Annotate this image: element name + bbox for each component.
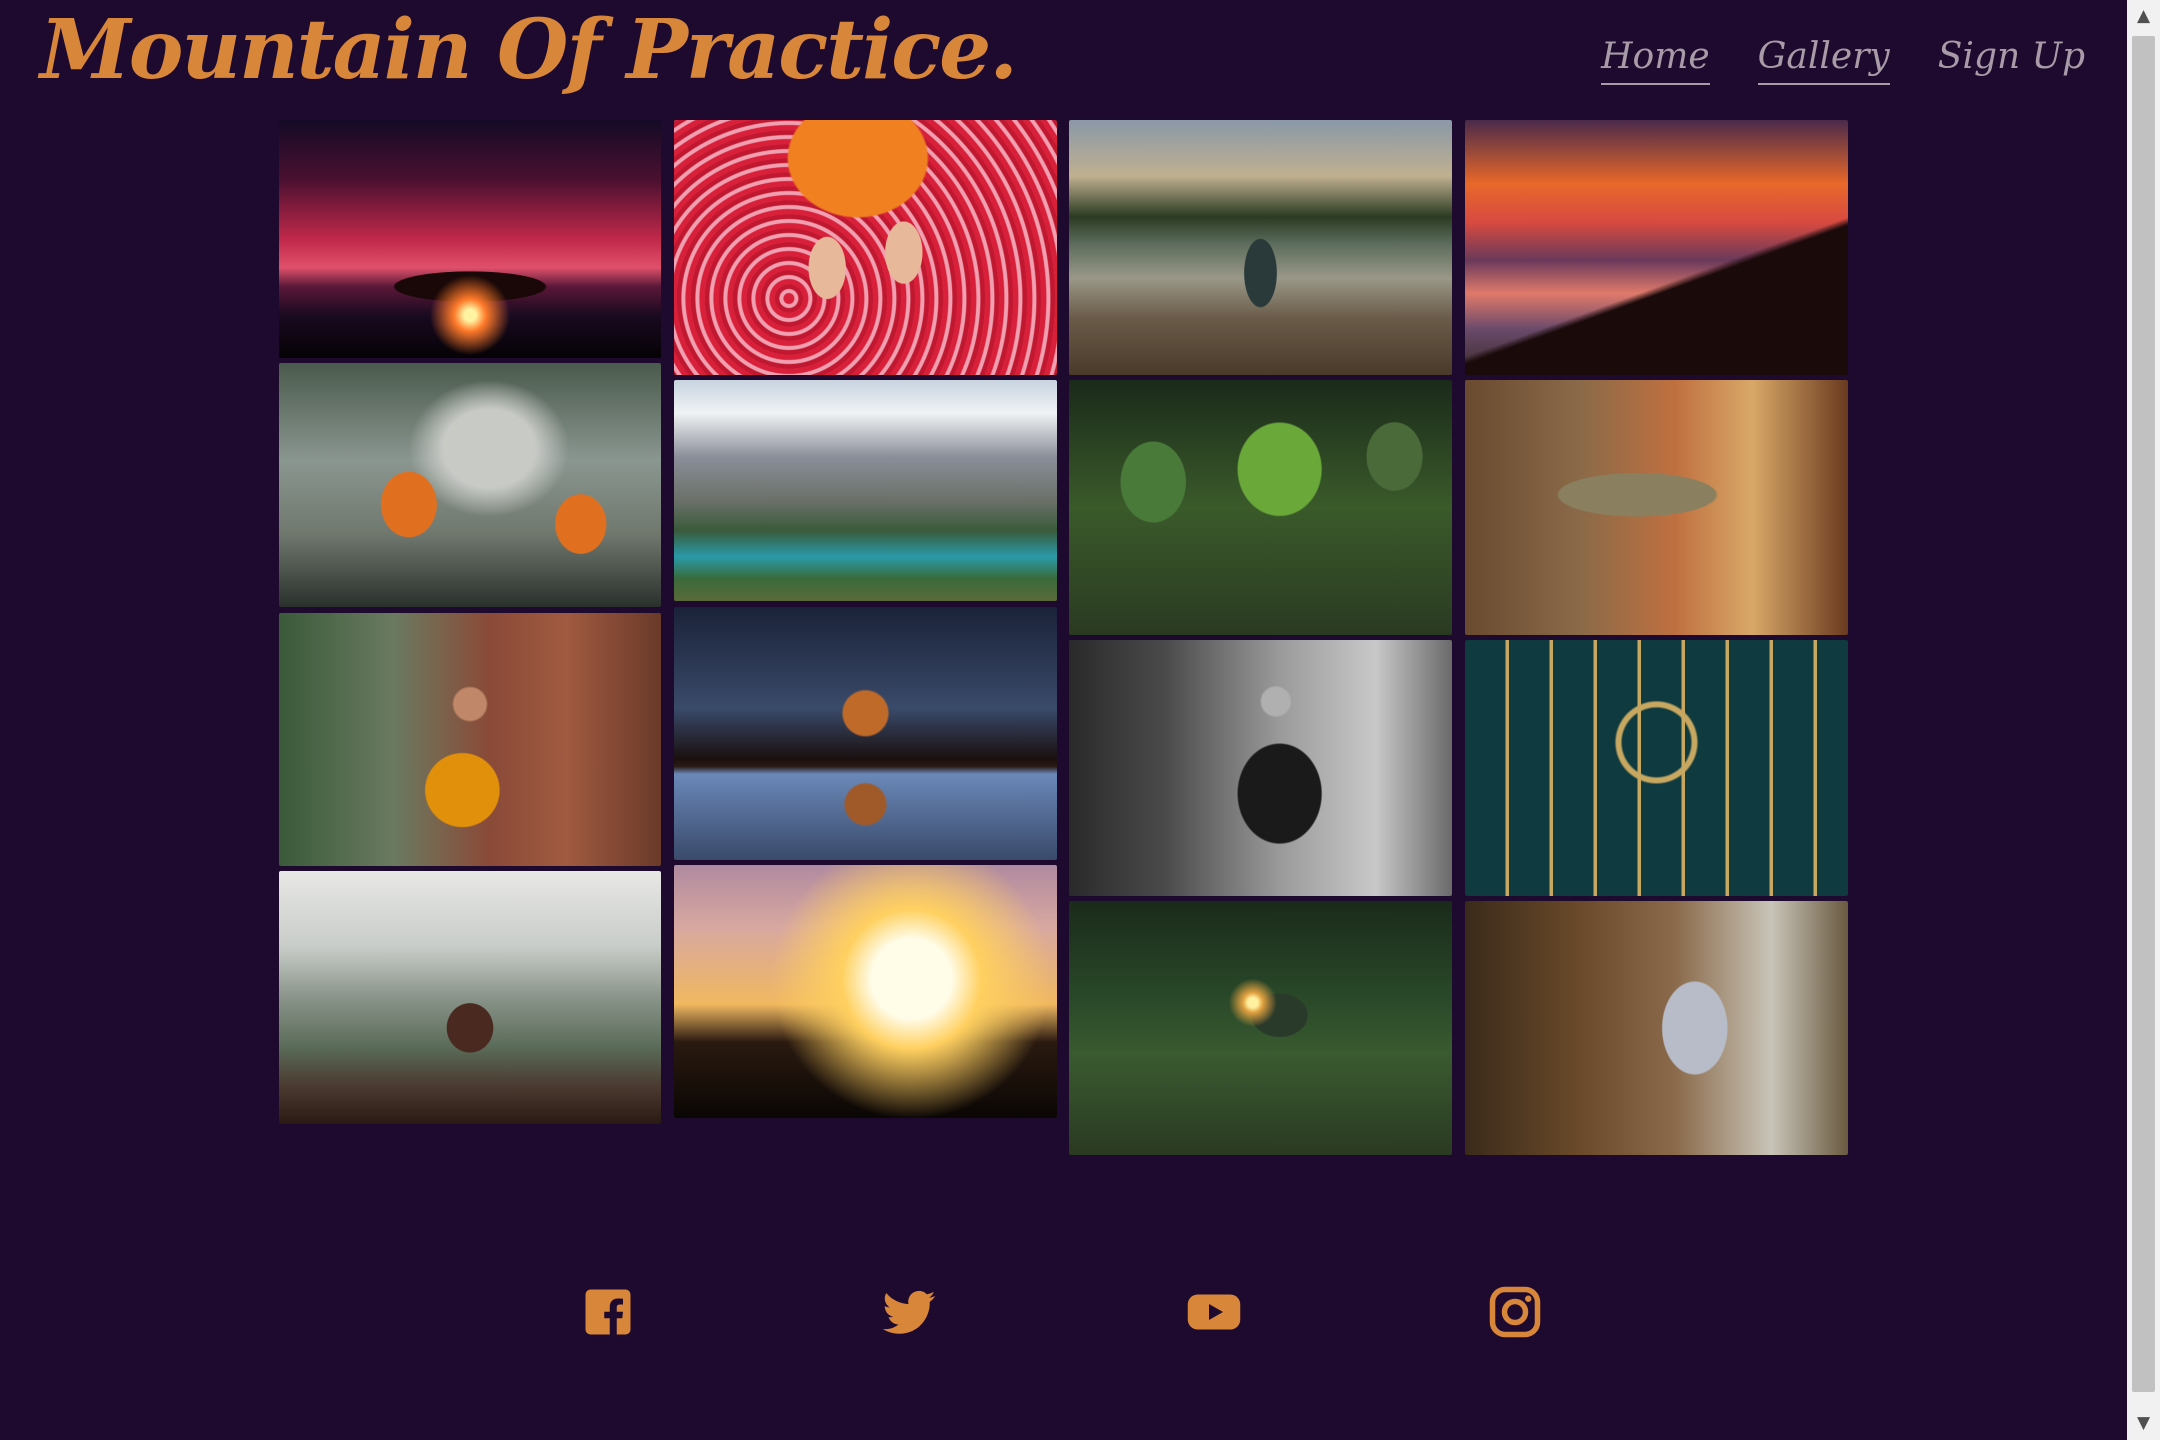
- twitter-icon: [882, 1290, 936, 1334]
- nav-home-link[interactable]: Home: [1601, 36, 1710, 85]
- gallery-image-woman-silhouette-sunset[interactable]: [674, 865, 1057, 1118]
- gallery-image-monk-meditating-ruins[interactable]: [279, 613, 661, 866]
- scrollbar-thumb[interactable]: [2132, 36, 2155, 1392]
- nav-signup-link[interactable]: Sign Up: [1938, 36, 2085, 85]
- gallery-image-monk-rose-petals[interactable]: [674, 120, 1057, 375]
- gallery-image-buddha-doorway[interactable]: [1465, 901, 1848, 1155]
- vertical-scrollbar[interactable]: ▲ ▼: [2127, 0, 2160, 1440]
- instagram-icon: [1489, 1286, 1541, 1338]
- photo-gallery: [279, 120, 1848, 1155]
- facebook-icon: [585, 1289, 631, 1335]
- gallery-image-woman-on-dock[interactable]: [1069, 120, 1452, 375]
- facebook-link[interactable]: [578, 1282, 638, 1342]
- youtube-link[interactable]: [1184, 1282, 1244, 1342]
- gallery-image-lake-sunset[interactable]: [1465, 120, 1848, 375]
- gallery-image-yin-yang-gate[interactable]: [1465, 640, 1848, 896]
- site-header: Mountain Of Practice. Home Gallery Sign …: [0, 0, 2127, 120]
- scroll-up-arrow-icon[interactable]: ▲: [2127, 0, 2160, 33]
- main-nav: Home Gallery Sign Up: [1601, 36, 2085, 85]
- nav-gallery-link[interactable]: Gallery: [1757, 36, 1890, 85]
- twitter-link[interactable]: [879, 1282, 939, 1342]
- gallery-image-alpine-lake[interactable]: [674, 380, 1057, 601]
- scroll-down-arrow-icon[interactable]: ▼: [2127, 1407, 2160, 1440]
- gallery-image-moss-buddhas[interactable]: [1069, 380, 1452, 635]
- gallery-image-woman-meditating-rock[interactable]: [279, 871, 661, 1124]
- gallery-image-red-sky-tree[interactable]: [279, 120, 661, 358]
- youtube-icon: [1187, 1294, 1241, 1330]
- gallery-image-boy-with-lantern[interactable]: [1069, 901, 1452, 1155]
- gallery-image-young-monks[interactable]: [279, 363, 661, 607]
- site-logo[interactable]: Mountain Of Practice.: [40, 2, 1018, 98]
- instagram-link[interactable]: [1485, 1282, 1545, 1342]
- gallery-image-tree-reflection[interactable]: [674, 607, 1057, 860]
- gallery-image-man-praying[interactable]: [1069, 640, 1452, 896]
- gallery-image-bronze-hand-fountain[interactable]: [1465, 380, 1848, 635]
